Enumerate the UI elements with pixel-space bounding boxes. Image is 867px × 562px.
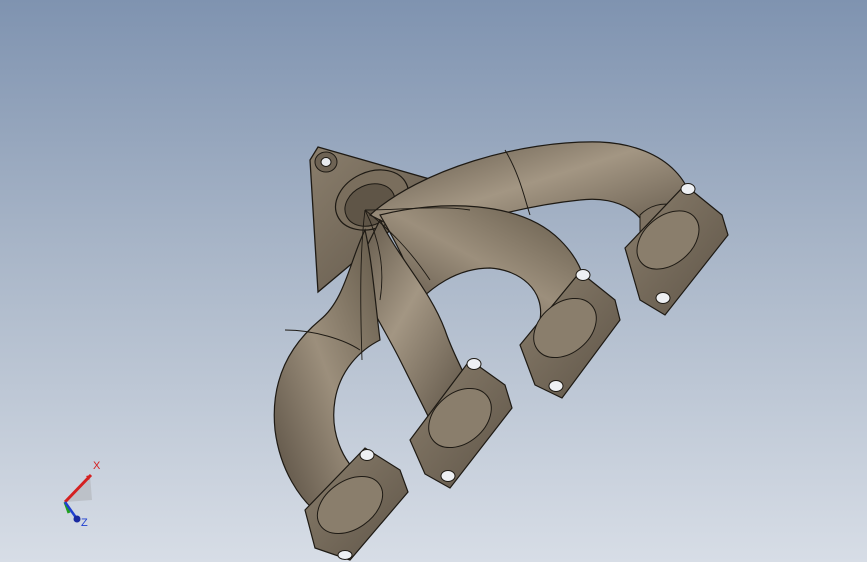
orientation-triad: X Z [63,460,101,529]
z-axis-label: Z [81,517,88,529]
graphics-viewport[interactable]: X Z [0,0,867,562]
z-axis-dot [73,515,81,523]
x-axis-label: X [93,460,101,472]
exhaust-manifold-model[interactable] [0,0,867,562]
